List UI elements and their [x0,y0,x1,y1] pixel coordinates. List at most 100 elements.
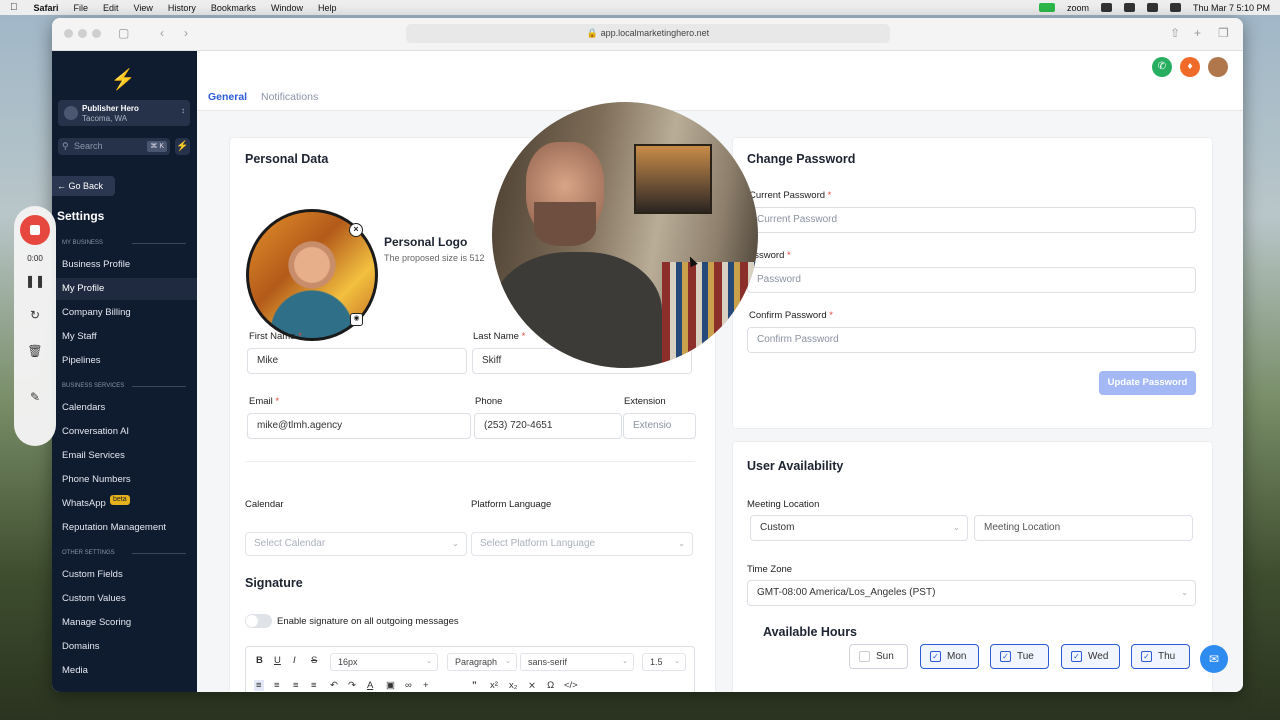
sidebar-item-my-profile[interactable]: My Profile [52,278,197,300]
day-thu[interactable]: ✓ Thu [1131,644,1190,669]
day-mon[interactable]: ✓ Mon [920,644,979,669]
meeting-type-select[interactable]: Custom ⌄ [750,515,968,541]
sidebar-item-domains[interactable]: Domains [52,636,197,658]
menu-window[interactable]: Window [271,3,303,13]
menu-edit[interactable]: Edit [103,3,119,13]
menu-view[interactable]: View [134,3,153,13]
font-family-select[interactable]: sans-serif ⌄ [520,653,634,671]
superscript-icon[interactable]: x² [490,680,498,691]
current-password-field[interactable]: Current Password [747,207,1196,233]
menu-help[interactable]: Help [318,3,337,13]
sidebar-item-company-billing[interactable]: Company Billing [52,302,197,324]
sidebar-item-calendars[interactable]: Calendars [52,397,197,419]
facetime-icon[interactable] [1038,3,1055,12]
lightning-logo-icon[interactable]: ⚡ [110,67,136,91]
sidebar-item-whatsapp[interactable]: WhatsApp beta [52,493,197,515]
sidebar-item-reputation-management[interactable]: Reputation Management [52,517,197,539]
update-password-button[interactable]: Update Password [1099,371,1196,395]
tabs-overview-icon[interactable]: ❐ [1218,26,1229,40]
day-wed[interactable]: ✓ Wed [1061,644,1120,669]
phone-icon[interactable]: ✆ [1152,57,1172,77]
wifi-icon[interactable] [1146,3,1158,12]
stop-record-button[interactable] [20,215,50,245]
underline-icon[interactable]: U [274,655,281,666]
calendar-select[interactable]: Select Calendar ⌄ [245,532,467,556]
signature-toggle[interactable] [245,614,272,628]
tab-general[interactable]: General [208,91,247,103]
tab-notifications[interactable]: Notifications [261,91,318,103]
align-center-icon[interactable]: ≡ [274,680,280,691]
address-bar[interactable]: 🔒 app.localmarketinghero.net [406,24,890,43]
zoom-window-icon[interactable] [92,29,101,38]
day-sun[interactable]: Sun [849,644,908,669]
new-password-field[interactable]: Password [747,267,1196,293]
new-tab-icon[interactable]: + [1194,26,1201,40]
trash-icon[interactable]: 🗑 [14,344,56,358]
undo-icon[interactable]: ↶ [330,680,338,691]
chat-widget-icon[interactable]: ✉ [1200,645,1228,673]
pause-icon[interactable]: ❚❚ [14,274,56,288]
search-icon[interactable] [1169,3,1181,12]
sidebar-item-business-profile[interactable]: Business Profile [52,254,197,276]
image-icon[interactable]: ▣ [386,680,395,691]
menu-app[interactable]: Safari [34,3,59,13]
clear-format-icon[interactable]: ⨯ [528,680,536,691]
gear-icon[interactable] [1100,3,1112,12]
block-type-select[interactable]: Paragraph ⌄ [447,653,517,671]
email-field[interactable]: mike@tlmh.agency [247,413,471,439]
link-icon[interactable]: ∞ [405,680,412,691]
special-char-icon[interactable]: Ω [547,680,554,691]
menu-history[interactable]: History [168,3,196,13]
sidebar-item-custom-fields[interactable]: Custom Fields [52,564,197,586]
italic-icon[interactable]: I [293,655,296,666]
sidebar-toggle-icon[interactable]: ▢ [118,26,129,40]
restart-icon[interactable]: ↻ [14,308,56,322]
sidebar-item-email-services[interactable]: Email Services [52,445,197,467]
extension-field[interactable]: Extensio [623,413,696,439]
signature-editor[interactable]: B U I S 16px ⌄ Paragraph ⌄ sans-serif ⌄ 1.5… [245,646,695,692]
menu-bookmarks[interactable]: Bookmarks [211,3,256,13]
meeting-location-field[interactable]: Meeting Location [974,515,1193,541]
sidebar-item-phone-numbers[interactable]: Phone Numbers [52,469,197,491]
align-right-icon[interactable]: ≡ [293,680,299,691]
camera-icon[interactable]: ◉ [350,313,363,326]
sidebar-item-conversation-ai[interactable]: Conversation AI [52,421,197,443]
remove-photo-close-icon[interactable]: × [349,223,363,237]
share-icon[interactable]: ⇧ [1170,26,1180,40]
align-left-icon[interactable]: ≡ [254,680,264,691]
align-justify-icon[interactable]: ≡ [311,680,317,691]
quote-icon[interactable]: ” [472,680,477,691]
confirm-password-field[interactable]: Confirm Password [747,327,1196,353]
quick-action-bolt-icon[interactable]: ⚡ [175,138,190,155]
language-select[interactable]: Select Platform Language ⌄ [471,532,693,556]
time-zone-select[interactable]: GMT-08:00 America/Los_Angeles (PST) ⌄ [747,580,1196,606]
strikethrough-icon[interactable]: S [311,655,317,666]
line-height-select[interactable]: 1.5 ⌄ [642,653,686,671]
sidebar-item-manage-scoring[interactable]: Manage Scoring [52,612,197,634]
sidebar-search[interactable]: ⚲ Search ⌘ K [58,138,170,155]
sidebar-item-my-staff[interactable]: My Staff [52,326,197,348]
bold-icon[interactable]: B [256,655,263,666]
account-switcher[interactable]: Publisher Hero Tacoma, WA ↕ [58,100,190,126]
close-window-icon[interactable] [64,29,73,38]
font-size-select[interactable]: 16px ⌄ [330,653,438,671]
first-name-field[interactable]: Mike [247,348,467,374]
drive-icon[interactable] [1123,3,1135,12]
forward-icon[interactable]: › [184,26,188,40]
add-icon[interactable]: + [423,680,429,691]
sidebar-item-pipelines[interactable]: Pipelines [52,350,197,372]
user-avatar[interactable] [1208,57,1228,77]
go-back-button[interactable]: ← Go Back [52,176,115,196]
phone-field[interactable]: (253) 720-4651 [474,413,622,439]
code-icon[interactable]: </> [564,680,578,691]
menu-file[interactable]: File [74,3,89,13]
webcam-overlay[interactable] [492,102,758,368]
redo-icon[interactable]: ↷ [348,680,356,691]
sidebar-item-custom-values[interactable]: Custom Values [52,588,197,610]
back-icon[interactable]: ‹ [160,26,164,40]
day-tue[interactable]: ✓ Tue [990,644,1049,669]
pencil-icon[interactable]: ✎ [14,390,56,404]
text-color-icon[interactable]: A [367,680,373,691]
zoom-label[interactable]: zoom [1067,3,1089,13]
apple-icon[interactable]:  [10,2,18,13]
